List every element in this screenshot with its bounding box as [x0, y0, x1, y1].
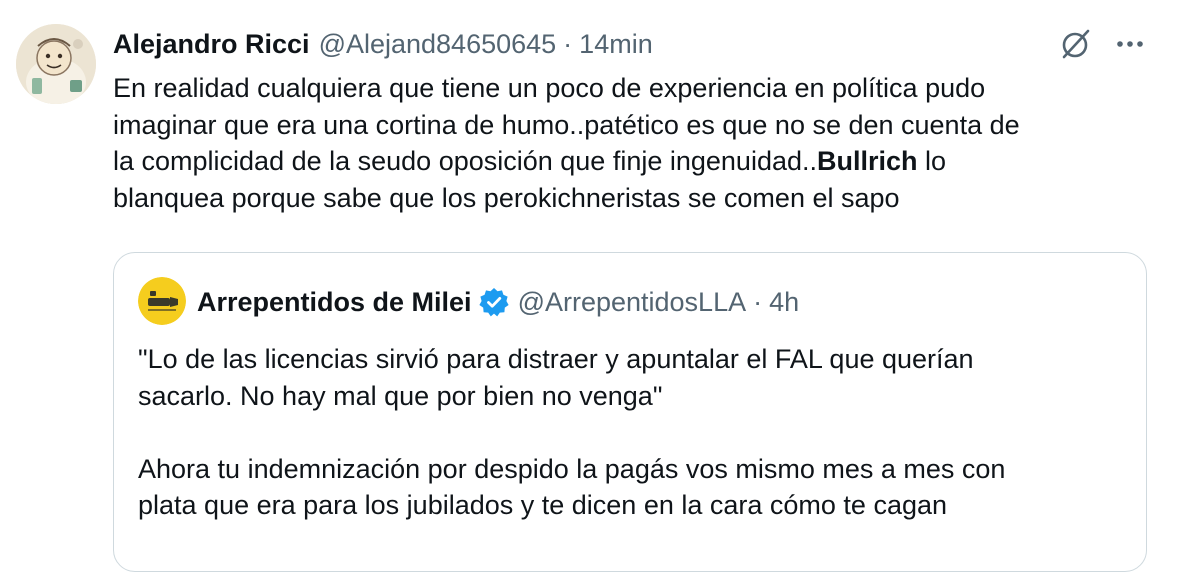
tweet-text-line: la complicidad de la seudo oposición que…	[113, 143, 1193, 180]
tweet-text-segment: la complicidad de la seudo oposición que…	[113, 146, 817, 176]
quoted-text-line: Ahora tu indemnización por despido la pa…	[138, 453, 1006, 484]
grok-icon[interactable]	[1058, 26, 1094, 62]
tweet-text-line: blanquea porque sabe que los perokichner…	[113, 182, 900, 213]
quoted-tweet[interactable]: Arrepentidos de Milei @ArrepentidosLLA ·…	[113, 252, 1147, 572]
quoted-header: Arrepentidos de Milei @ArrepentidosLLA ·…	[197, 284, 799, 320]
separator-dot: ·	[563, 28, 573, 59]
quoted-author-handle[interactable]: @ArrepentidosLLA	[518, 287, 747, 318]
tweet-timestamp[interactable]: 14min	[579, 29, 653, 60]
cartoon-avatar-icon	[16, 24, 96, 104]
tweet-text-line: En realidad cualquiera que tiene un poco…	[113, 73, 986, 103]
author-avatar[interactable]	[16, 24, 96, 104]
tweet-text-segment: lo	[917, 146, 947, 176]
verified-badge-icon	[478, 288, 509, 317]
tweet-text: En realidad cualquiera que tiene un poco…	[113, 70, 1193, 216]
tweet-text-line: imaginar que era una cortina de humo..pa…	[113, 109, 1020, 140]
quoted-timestamp[interactable]: 4h	[769, 287, 799, 318]
separator-dot: ·	[753, 286, 763, 317]
tweet[interactable]: Alejandro Ricci @Alejand84650645 · 14min…	[0, 0, 1200, 572]
author-handle[interactable]: @Alejand84650645	[319, 29, 557, 60]
quoted-text-line: plata que era para los jubilados y te di…	[138, 490, 948, 520]
quoted-author-avatar[interactable]	[138, 277, 186, 325]
chainsaw-logo-icon	[138, 277, 186, 325]
author-name[interactable]: Alejandro Ricci	[113, 29, 310, 60]
tweet-text-bold: Bullrich	[817, 146, 918, 176]
quoted-author-name[interactable]: Arrepentidos de Milei	[197, 287, 472, 318]
quoted-text-line: "Lo de las licencias sirvió para distrae…	[138, 344, 974, 374]
quoted-text: "Lo de las licencias sirvió para distrae…	[138, 341, 1138, 524]
more-icon[interactable]	[1112, 28, 1148, 60]
quoted-text-line: sacarlo. No hay mal que por bien no veng…	[138, 380, 663, 411]
tweet-header: Alejandro Ricci @Alejand84650645 · 14min	[113, 26, 653, 62]
